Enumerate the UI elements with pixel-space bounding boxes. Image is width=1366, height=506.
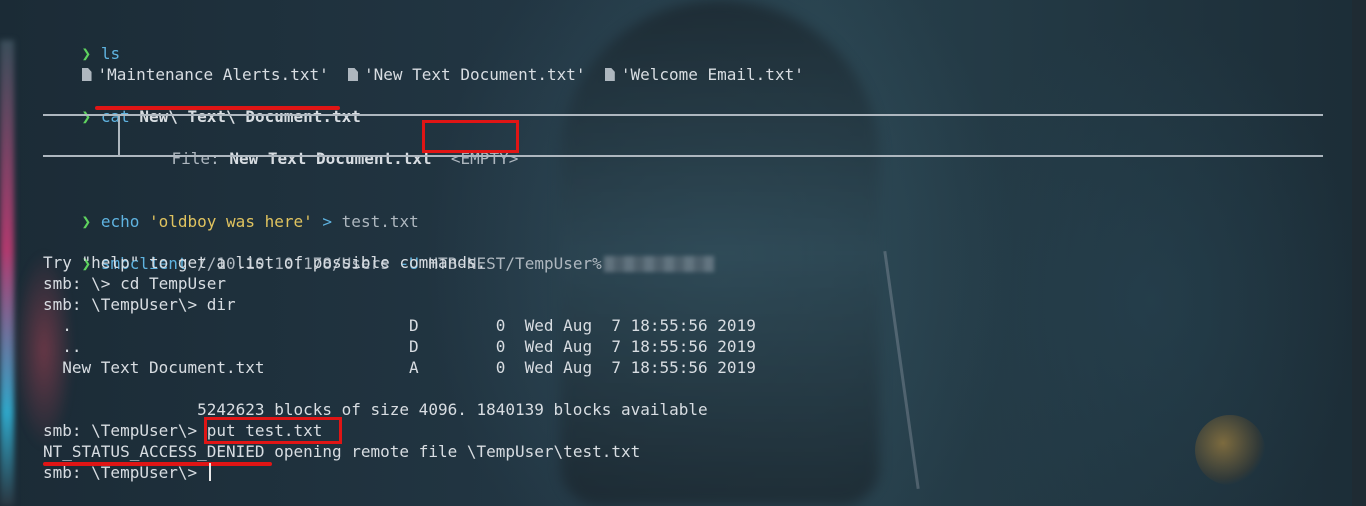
ls-command-line: ❯ ls bbox=[43, 21, 121, 63]
help-hint: Try "help" to get a list of possible com… bbox=[43, 253, 487, 272]
prompt-symbol: ❯ bbox=[81, 212, 92, 231]
dir-row: . D 0 Wed Aug 7 18:55:56 2019 bbox=[43, 316, 756, 335]
blocks-summary: 5242623 blocks of size 4096. 1840139 blo… bbox=[43, 400, 708, 419]
text-cursor bbox=[208, 463, 211, 481]
dir-row: New Text Document.txt A 0 Wed Aug 7 18:5… bbox=[43, 358, 756, 377]
cat-command-line: ❯ cat New\ Text\ Document.txt bbox=[43, 84, 361, 126]
redirect-operator: > bbox=[322, 212, 333, 231]
terminal-window[interactable]: ❯ ls 'Maintenance Alerts.txt' 'New Text … bbox=[0, 0, 1366, 506]
smbclient-command-line: ❯ smbclient //10.10.10.178/Users -U HTB-… bbox=[43, 231, 714, 273]
highlight-underline-cat bbox=[95, 106, 340, 110]
smb-prompt: smb: \TempUser\> bbox=[43, 421, 207, 440]
file-label: File: bbox=[171, 149, 220, 168]
file-item: 'Welcome Email.txt' bbox=[620, 65, 804, 84]
smb-prompt: smb: \TempUser\> bbox=[43, 463, 207, 482]
file-item: 'Maintenance Alerts.txt' bbox=[97, 65, 329, 84]
bat-header-top-rule bbox=[43, 114, 1323, 116]
file-name: New Text Document.txt bbox=[229, 149, 432, 168]
bat-header-bottom-rule bbox=[43, 155, 1323, 157]
final-prompt-line[interactable]: smb: \TempUser\> bbox=[43, 462, 211, 484]
error-message: opening remote file \TempUser\test.txt bbox=[264, 442, 641, 461]
highlight-box-put bbox=[204, 417, 342, 444]
error-code: NT_STATUS_ACCESS_DENIED bbox=[43, 442, 265, 461]
file-icon bbox=[604, 68, 615, 81]
file-icon bbox=[81, 68, 92, 81]
dir-row: .. D 0 Wed Aug 7 18:55:56 2019 bbox=[43, 337, 756, 356]
echo-command: echo bbox=[100, 212, 140, 231]
echo-string: 'oldboy was here' bbox=[148, 212, 313, 231]
redacted-password bbox=[603, 256, 714, 272]
bat-gutter-separator bbox=[118, 115, 120, 156]
ls-output: 'Maintenance Alerts.txt' 'New Text Docum… bbox=[43, 42, 804, 84]
echo-target: test.txt bbox=[341, 212, 419, 231]
error-line: NT_STATUS_ACCESS_DENIED opening remote f… bbox=[43, 441, 640, 463]
highlight-box-empty bbox=[422, 120, 519, 153]
file-item: 'New Text Document.txt' bbox=[363, 65, 586, 84]
prompt-symbol: ❯ bbox=[81, 107, 92, 126]
smb-dir-line: smb: \TempUser\> dir bbox=[43, 295, 236, 314]
smb-cd-line: smb: \> cd TempUser bbox=[43, 274, 227, 293]
file-icon bbox=[347, 68, 358, 81]
echo-command-line: ❯ echo 'oldboy was here' > test.txt bbox=[43, 189, 419, 231]
